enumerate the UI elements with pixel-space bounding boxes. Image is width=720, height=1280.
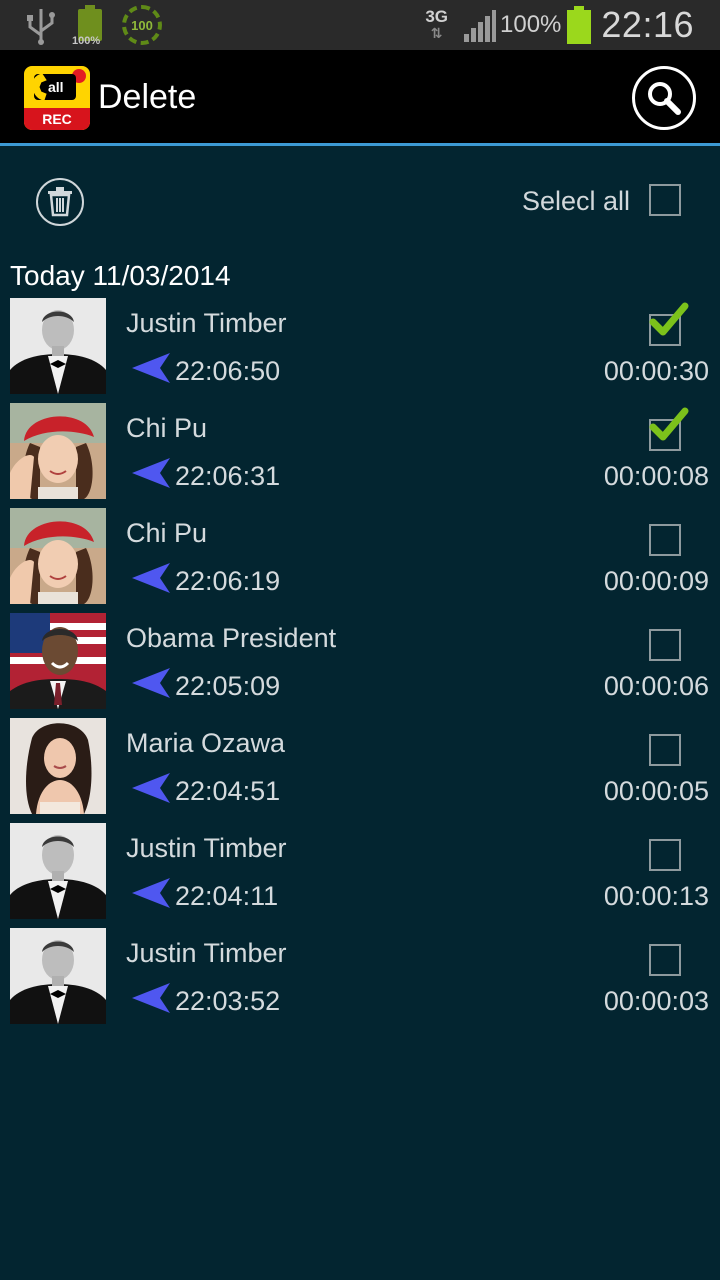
- call-time: 22:04:51: [175, 776, 281, 806]
- circle-badge-icon: 100: [122, 5, 162, 45]
- call-time: 22:06:19: [175, 566, 281, 596]
- date-header: Today 11/03/2014: [10, 260, 231, 291]
- battery-small-text: 100%: [72, 35, 101, 47]
- call-row[interactable]: Maria Ozawa 22:04:51 00:00:05: [0, 718, 720, 823]
- search-icon: [648, 82, 681, 115]
- call-time: 22:06:50: [175, 356, 281, 386]
- row-checkbox[interactable]: [649, 629, 681, 661]
- battery-small-icon: 100%: [72, 5, 108, 47]
- outgoing-call-icon: [132, 878, 170, 908]
- contact-name: Chi Pu: [126, 518, 208, 548]
- app-logo[interactable]: all REC: [24, 66, 90, 130]
- checkmark-icon: [649, 407, 689, 441]
- row-checkbox[interactable]: [649, 944, 681, 976]
- call-row[interactable]: Justin Timber 22:03:52 00:00:03: [0, 928, 720, 1033]
- call-time: 22:03:52: [175, 986, 281, 1016]
- call-duration: 00:00:03: [603, 986, 709, 1016]
- contact-name: Justin Timber: [126, 938, 287, 968]
- delete-button[interactable]: [36, 178, 84, 226]
- contact-name: Chi Pu: [126, 413, 208, 443]
- call-duration: 00:00:09: [603, 566, 709, 596]
- call-row[interactable]: Obama President 22:05:09 00:00:06: [0, 613, 720, 718]
- call-duration: 00:00:06: [603, 671, 709, 701]
- call-time: 22:05:09: [175, 671, 281, 701]
- outgoing-call-icon: [132, 353, 170, 383]
- contact-avatar: [10, 928, 106, 1024]
- select-all-checkbox[interactable]: [649, 184, 681, 216]
- contact-avatar: [10, 613, 106, 709]
- row-checkbox[interactable]: [649, 524, 681, 556]
- outgoing-call-icon: [132, 458, 170, 488]
- contact-avatar: [10, 298, 106, 394]
- phone-icon: [32, 73, 47, 101]
- row-checkbox[interactable]: [649, 302, 689, 346]
- contact-avatar: [10, 823, 106, 919]
- call-row[interactable]: Chi Pu 22:06:31 00:00:08: [0, 403, 720, 508]
- network-label: 3G: [425, 7, 449, 26]
- row-checkbox[interactable]: [649, 734, 681, 766]
- row-checkbox[interactable]: [649, 839, 681, 871]
- contact-avatar: [10, 403, 106, 499]
- status-bar: 100% 100 3G ⇅ 100% 22:16: [0, 0, 720, 50]
- outgoing-call-icon: [132, 563, 170, 593]
- contact-name: Justin Timber: [126, 308, 287, 338]
- select-all-label: Selecl all: [522, 186, 631, 216]
- action-bar: all REC Delete: [0, 50, 720, 146]
- call-row[interactable]: Chi Pu 22:06:19 00:00:09: [0, 508, 720, 613]
- outgoing-call-icon: [132, 773, 170, 803]
- usb-icon: [27, 9, 55, 45]
- row-checkbox[interactable]: [649, 407, 689, 451]
- call-time: 22:06:31: [175, 461, 281, 491]
- call-row[interactable]: Justin Timber 22:06:50 00:00:30: [0, 298, 720, 403]
- network-3g-icon: 3G ⇅: [425, 7, 449, 41]
- action-bar-divider: [0, 143, 720, 146]
- trash-icon: [48, 187, 72, 217]
- signal-icon: [464, 10, 497, 42]
- battery-icon: [567, 6, 592, 44]
- call-row[interactable]: Justin Timber 22:04:11 00:00:13: [0, 823, 720, 928]
- contact-avatar: [10, 718, 106, 814]
- contact-avatar: [10, 508, 106, 604]
- logo-rec-text: REC: [24, 108, 90, 130]
- clock: 22:16: [601, 4, 694, 45]
- call-duration: 00:00:05: [603, 776, 709, 806]
- outgoing-call-icon: [132, 983, 170, 1013]
- call-duration: 00:00:08: [603, 461, 709, 491]
- call-duration: 00:00:30: [603, 356, 709, 386]
- search-button[interactable]: [632, 66, 696, 130]
- battery-percent: 100%: [500, 11, 562, 38]
- call-time: 22:04:11: [175, 881, 279, 911]
- page-title: Delete: [98, 78, 197, 116]
- outgoing-call-icon: [132, 668, 170, 698]
- checkmark-icon: [649, 302, 689, 336]
- contact-name: Obama President: [126, 623, 337, 653]
- contact-name: Maria Ozawa: [126, 728, 286, 758]
- call-duration: 00:00:13: [603, 881, 709, 911]
- contact-name: Justin Timber: [126, 833, 287, 863]
